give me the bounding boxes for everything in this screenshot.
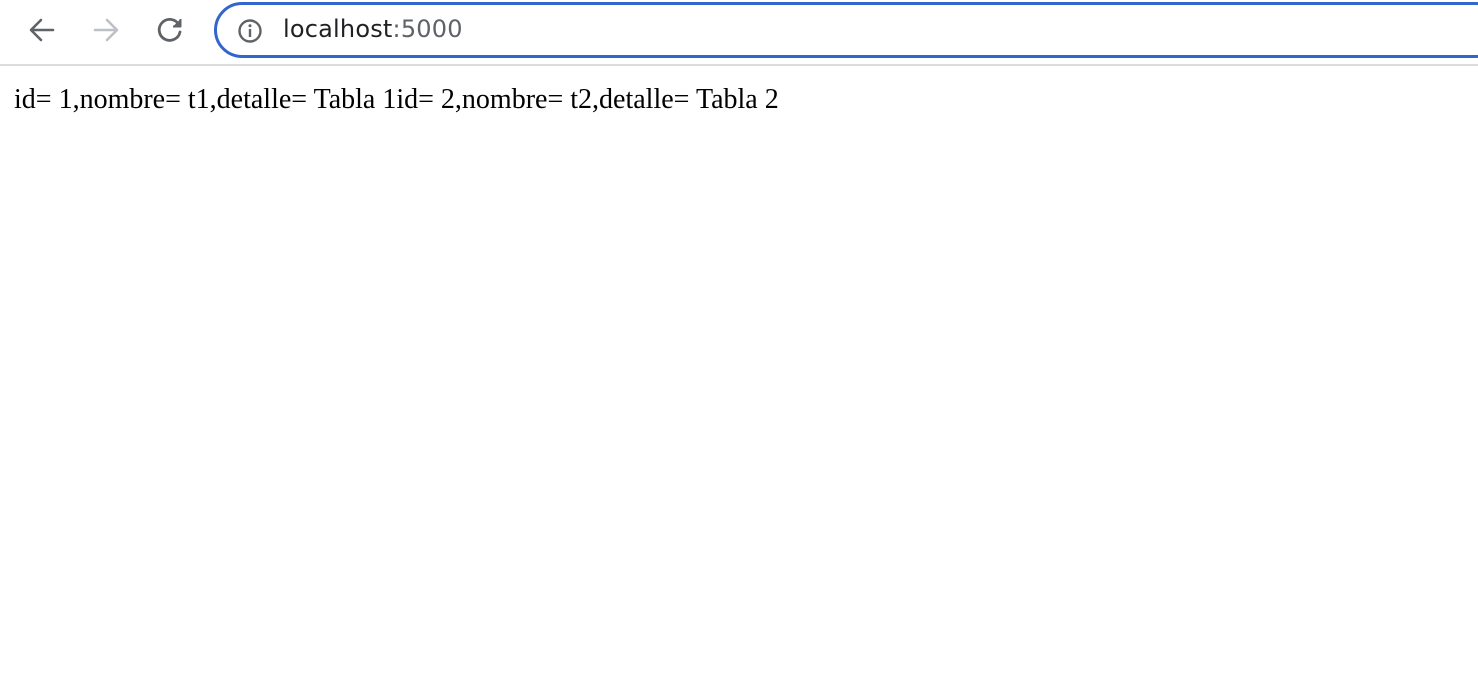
back-button[interactable] [24, 12, 60, 48]
reload-button[interactable] [152, 12, 188, 48]
url-text[interactable]: localhost:5000 [283, 15, 463, 43]
url-port: :5000 [392, 15, 463, 43]
url-host: localhost [283, 15, 393, 43]
forward-button[interactable] [88, 12, 124, 48]
arrow-left-icon [29, 18, 55, 42]
browser-toolbar: localhost:5000 [0, 0, 1478, 66]
reload-icon [157, 18, 182, 42]
page-body-text: id= 1,nombre= t1,detalle= Tabla 1id= 2,n… [14, 84, 779, 115]
info-icon[interactable] [237, 18, 263, 44]
address-bar[interactable]: localhost:5000 [214, 2, 1478, 58]
arrow-right-icon [93, 18, 119, 42]
